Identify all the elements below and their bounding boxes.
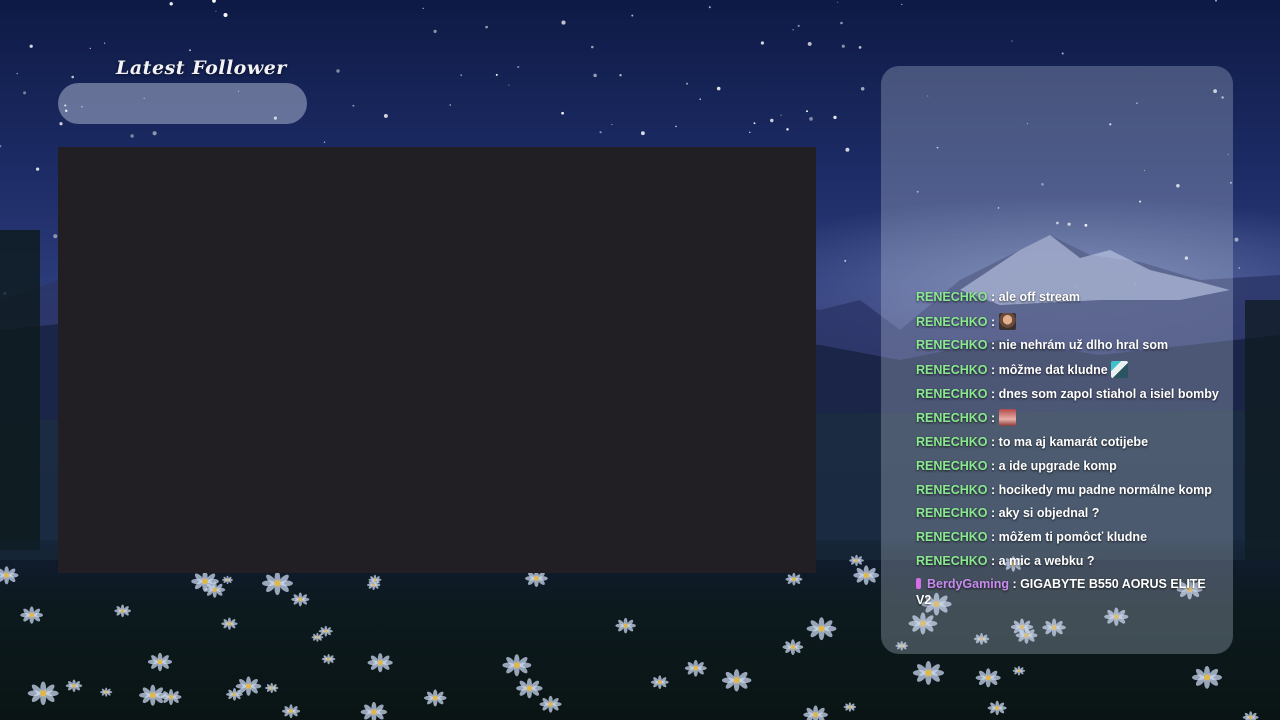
- chat-text: aky si objednal ?: [998, 506, 1100, 521]
- chat-message: RENECHKO : nie nehrám už dlho hral som: [916, 337, 1219, 353]
- daisy: [291, 592, 310, 607]
- chat-message: RENECHKO : hocikedy mu padne normálne ko…: [916, 482, 1219, 498]
- chat-username: RENECHKO: [916, 386, 988, 401]
- chat-username: RENECHKO: [916, 458, 988, 473]
- chat-username: RENECHKO: [916, 506, 988, 521]
- daisy: [843, 702, 857, 712]
- daisy: [360, 701, 388, 720]
- custom-emote-icon: [1111, 361, 1129, 379]
- daisy: [20, 606, 43, 624]
- chat-username: RENECHKO: [916, 338, 988, 353]
- chat-message: RENECHKO :: [916, 312, 1219, 330]
- daisy: [282, 704, 301, 719]
- chat-text: ale off stream: [998, 290, 1080, 304]
- chat-message: BerdyGaming : GIGABYTE B550 AORUS ELITE …: [916, 576, 1219, 608]
- chat-separator: :: [987, 314, 999, 329]
- chat-message: RENECHKO : dnes som zapol stiahol a isie…: [916, 386, 1219, 402]
- chat-text: môžme dat kludne: [998, 363, 1112, 378]
- daisy: [1242, 711, 1259, 720]
- chat-messages: RENECHKO : ale off stream RENECHKO : REN…: [914, 289, 1219, 616]
- chat-text: môžem ti pomôcť kludne: [998, 529, 1148, 544]
- daisy: [221, 617, 238, 630]
- daisy: [912, 661, 944, 685]
- daisy: [1192, 666, 1222, 689]
- daisy: [975, 668, 1001, 688]
- chat-username: RENECHKO: [916, 482, 988, 497]
- chat-username: RENECHKO: [916, 529, 988, 544]
- daisy: [853, 565, 880, 586]
- daisy: [785, 572, 803, 586]
- chat-separator: :: [987, 290, 999, 304]
- daisy: [721, 669, 752, 692]
- daisy: [987, 700, 1007, 716]
- daisy: [423, 689, 447, 707]
- chat-text: to ma aj kamarát cotijebe: [998, 435, 1149, 450]
- daisy: [502, 654, 532, 677]
- chat-username: RENECHKO: [916, 314, 988, 329]
- subscriber-badge-icon: [916, 578, 921, 590]
- daisy: [803, 705, 828, 720]
- chat-text: dnes som zapol stiahol a isiel bomby: [998, 386, 1219, 401]
- chat-separator: :: [987, 506, 999, 521]
- chat-username: RENECHKO: [916, 290, 988, 304]
- daisy: [262, 571, 293, 596]
- chat-separator: :: [1008, 577, 1021, 592]
- daisy: [782, 639, 804, 655]
- chat-separator: :: [987, 411, 999, 426]
- daisy: [516, 678, 543, 699]
- chat-separator: :: [987, 363, 999, 378]
- daisy: [114, 604, 131, 618]
- chat-username: RENECHKO: [916, 411, 988, 426]
- daisy: [65, 679, 83, 692]
- chat-message: RENECHKO : môžme dat kludne: [916, 361, 1219, 379]
- face-emote-icon: [998, 312, 1016, 330]
- chat-message: RENECHKO : a mic a webku ?: [916, 553, 1219, 569]
- daisy: [650, 675, 669, 690]
- chat-separator: :: [987, 458, 999, 473]
- chat-username: RENECHKO: [916, 435, 988, 450]
- chat-separator: :: [987, 386, 999, 401]
- daisy: [539, 695, 562, 713]
- chat-text: a mic a webku ?: [998, 553, 1095, 568]
- chat-separator: :: [987, 338, 999, 353]
- chat-separator: :: [987, 529, 999, 544]
- chat-separator: :: [987, 482, 999, 497]
- latest-follower-title: Latest Follower: [116, 57, 287, 79]
- game-capture-area: [58, 147, 816, 573]
- daisy: [0, 566, 19, 585]
- daisy: [684, 659, 707, 677]
- daisy: [100, 687, 113, 697]
- chat-message: RENECHKO :: [916, 409, 1219, 427]
- daisy: [27, 681, 59, 706]
- daisy: [367, 653, 393, 673]
- chat-separator: :: [987, 553, 999, 568]
- chat-separator: :: [987, 435, 999, 450]
- chat-text: hocikedy mu padne normálne komp: [998, 482, 1212, 497]
- chat-message: RENECHKO : môžem ti pomôcť kludne: [916, 529, 1219, 545]
- latest-follower-box: [58, 83, 307, 124]
- daisy: [204, 581, 226, 598]
- chat-message: RENECHKO : to ma aj kamarát cotijebe: [916, 434, 1219, 450]
- chat-text: nie nehrám už dlho hral som: [998, 338, 1169, 353]
- daisy: [222, 575, 233, 585]
- daisy: [139, 684, 167, 706]
- daisy: [321, 654, 336, 665]
- daisy: [226, 687, 243, 701]
- chat-message: RENECHKO : a ide upgrade komp: [916, 458, 1219, 474]
- daisy: [318, 625, 333, 637]
- daisy: [849, 554, 864, 567]
- chat-message: RENECHKO : aky si objednal ?: [916, 505, 1219, 521]
- hand-emote-icon: [998, 409, 1016, 427]
- daisy: [160, 689, 182, 706]
- daisy: [615, 617, 636, 634]
- chat-message: RENECHKO : ale off stream: [916, 289, 1219, 305]
- daisy: [806, 617, 837, 641]
- chat-username: BerdyGaming: [927, 577, 1009, 592]
- daisy: [1012, 666, 1026, 676]
- daisy: [147, 652, 173, 672]
- chat-username: RENECHKO: [916, 553, 988, 568]
- daisy: [265, 682, 279, 694]
- chat-text: a ide upgrade komp: [998, 458, 1117, 473]
- chat-username: RENECHKO: [916, 363, 988, 378]
